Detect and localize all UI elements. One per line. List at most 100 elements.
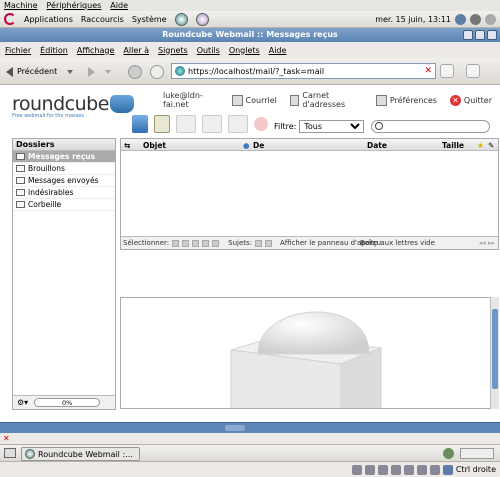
taskbar-window-label: Roundcube Webmail :... bbox=[38, 449, 133, 459]
show-desktop-icon[interactable] bbox=[4, 448, 16, 458]
preview-pane bbox=[120, 297, 499, 409]
workspace-switcher[interactable] bbox=[460, 448, 494, 459]
menu-bookmarks[interactable]: Signets bbox=[158, 46, 188, 55]
select-flagged-icon[interactable] bbox=[202, 239, 210, 247]
filter-select[interactable]: Tous bbox=[299, 120, 365, 133]
forward-button[interactable] bbox=[88, 63, 111, 80]
power-icon[interactable] bbox=[485, 13, 496, 25]
folder-drafts[interactable]: Brouillons bbox=[13, 163, 115, 175]
message-list-header: ⇆ Objet ● De Date Taille ★ ✎ bbox=[121, 139, 498, 151]
home-button[interactable] bbox=[440, 64, 454, 78]
capture-icon[interactable] bbox=[429, 464, 440, 475]
display-icon[interactable] bbox=[416, 464, 427, 475]
preview-scrollbar[interactable] bbox=[490, 297, 499, 409]
logout-icon: ✕ bbox=[449, 94, 461, 106]
pane-splitter[interactable] bbox=[120, 250, 499, 255]
menu-edit[interactable]: Édition bbox=[40, 46, 68, 55]
reply-icon[interactable] bbox=[176, 115, 196, 133]
network-icon[interactable] bbox=[390, 464, 401, 475]
volume-icon[interactable] bbox=[470, 13, 481, 25]
vm-menu-help[interactable]: Aide bbox=[110, 1, 128, 10]
menu-view[interactable]: Affichage bbox=[77, 46, 115, 55]
usb-icon[interactable] bbox=[377, 464, 388, 475]
menu-applications[interactable]: Applications bbox=[24, 15, 73, 24]
threads-icon[interactable]: ⇆ bbox=[124, 141, 130, 150]
scrollbar-thumb[interactable] bbox=[225, 425, 245, 431]
toolbar-extension-button[interactable] bbox=[466, 64, 480, 78]
select-all-icon[interactable] bbox=[172, 239, 180, 247]
folder-sent[interactable]: Messages envoyés bbox=[13, 175, 115, 187]
browser-statusbar: ✕ bbox=[0, 433, 500, 445]
search-icon[interactable] bbox=[375, 122, 383, 130]
column-from[interactable]: De bbox=[253, 141, 264, 150]
compose-icon[interactable] bbox=[154, 115, 170, 133]
vm-menubar: Machine Périphériques Aide bbox=[0, 0, 500, 11]
taskbar-window-button[interactable]: Roundcube Webmail :... bbox=[21, 447, 140, 461]
stop-button[interactable] bbox=[128, 63, 142, 80]
search-input[interactable] bbox=[371, 120, 490, 133]
select-unread-icon[interactable] bbox=[192, 239, 200, 247]
select-none-icon[interactable] bbox=[212, 239, 220, 247]
check-mail-icon[interactable] bbox=[132, 115, 148, 133]
url-bar[interactable]: https://localhost/mail/?_task=mail ✕ bbox=[171, 63, 436, 79]
network-icon[interactable] bbox=[455, 13, 466, 25]
nav-mail[interactable]: Courriel bbox=[231, 94, 277, 106]
cdrom-icon[interactable] bbox=[364, 464, 375, 475]
column-size[interactable]: Taille bbox=[442, 141, 464, 150]
vm-menu-machine[interactable]: Machine bbox=[4, 1, 38, 10]
menu-tabs[interactable]: Onglets bbox=[229, 46, 260, 55]
menu-places[interactable]: Raccourcis bbox=[81, 15, 124, 24]
attachment-icon: ✎ bbox=[488, 141, 495, 150]
menu-help[interactable]: Aide bbox=[269, 46, 287, 55]
mouse-integration-icon[interactable] bbox=[442, 464, 453, 475]
collapse-threads-icon[interactable] bbox=[265, 239, 273, 247]
clock[interactable]: mer. 15 juin, 13:11 bbox=[375, 15, 451, 24]
roundcube-logo[interactable]: roundcube Free webmail for the masses bbox=[12, 93, 134, 119]
debian-logo-icon[interactable] bbox=[4, 13, 16, 25]
trash-applet-icon[interactable] bbox=[443, 448, 454, 459]
folder-junk[interactable]: Indésirables bbox=[13, 187, 115, 199]
folder-trash[interactable]: Corbeille bbox=[13, 199, 115, 211]
delete-icon[interactable] bbox=[254, 117, 268, 131]
folder-label: Indésirables bbox=[28, 188, 74, 197]
gnome-bottom-panel: Roundcube Webmail :... bbox=[0, 445, 500, 462]
harddisk-icon[interactable] bbox=[351, 464, 362, 475]
minimize-button[interactable] bbox=[463, 30, 473, 40]
chevron-down-icon[interactable] bbox=[105, 69, 111, 74]
column-date[interactable]: Date bbox=[367, 141, 387, 150]
horizontal-scrollbar[interactable] bbox=[0, 422, 500, 433]
menu-system[interactable]: Système bbox=[132, 15, 167, 24]
reload-button[interactable] bbox=[150, 63, 164, 80]
certificate-warning-icon[interactable]: ✕ bbox=[424, 66, 432, 76]
nav-logout[interactable]: ✕ Quitter bbox=[449, 94, 492, 106]
nav-settings[interactable]: Préférences bbox=[375, 94, 437, 106]
column-subject[interactable]: Objet bbox=[143, 141, 166, 150]
forward-icon[interactable] bbox=[228, 115, 248, 133]
mail-icon[interactable] bbox=[195, 12, 209, 26]
help-icon[interactable] bbox=[174, 12, 188, 26]
nav-addressbook[interactable]: Carnet d'adresses bbox=[289, 91, 363, 109]
vm-statusbar: Ctrl droite bbox=[0, 462, 500, 477]
url-text: https://localhost/mail/?_task=mail bbox=[188, 66, 325, 76]
scrollbar-thumb[interactable] bbox=[492, 309, 498, 389]
shared-folder-icon[interactable] bbox=[403, 464, 414, 475]
select-page-icon[interactable] bbox=[182, 239, 190, 247]
gear-icon[interactable]: ⚙▾ bbox=[17, 398, 28, 407]
menu-file[interactable]: Fichier bbox=[5, 46, 31, 55]
close-button[interactable] bbox=[487, 30, 497, 40]
chevron-down-icon[interactable] bbox=[67, 69, 74, 74]
threads-label: Sujets: bbox=[228, 239, 253, 247]
back-button[interactable]: Précédent bbox=[6, 63, 74, 80]
reply-all-icon[interactable] bbox=[202, 115, 222, 133]
menu-go[interactable]: Aller à bbox=[123, 46, 149, 55]
pagination-icon[interactable]: ◂◂ ▸▸ bbox=[479, 239, 495, 247]
stop-icon bbox=[128, 64, 142, 79]
vm-menu-devices[interactable]: Périphériques bbox=[47, 1, 102, 10]
maximize-button[interactable] bbox=[475, 30, 485, 40]
close-icon[interactable]: ✕ bbox=[3, 434, 10, 443]
expand-threads-icon[interactable] bbox=[255, 239, 263, 247]
folder-inbox[interactable]: Messages reçus bbox=[13, 151, 115, 163]
menu-tools[interactable]: Outils bbox=[197, 46, 220, 55]
site-identity-icon[interactable] bbox=[175, 66, 185, 76]
mail-icon bbox=[231, 94, 243, 106]
